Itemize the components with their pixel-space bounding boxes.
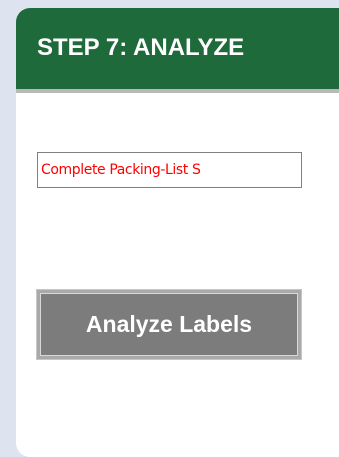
panel-title: STEP 7: ANALYZE [37, 34, 245, 61]
status-text-field[interactable]: Complete Packing-List S [37, 152, 302, 188]
analyze-labels-button[interactable]: Analyze Labels [37, 290, 301, 359]
panel-header: STEP 7: ANALYZE [16, 8, 339, 93]
step-panel: STEP 7: ANALYZE Complete Packing-List S … [16, 8, 339, 457]
